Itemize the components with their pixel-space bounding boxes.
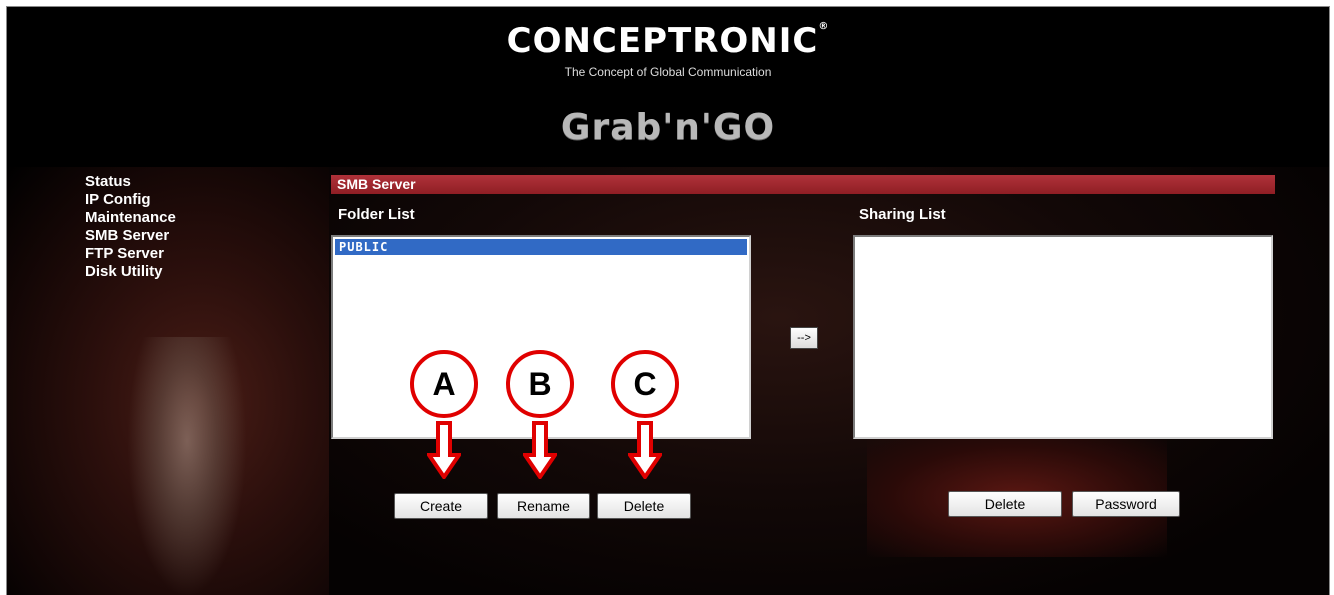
product-logo: Grab'n'GO [560,107,776,148]
nav-item-status[interactable]: Status [85,173,176,191]
section-title-bar: SMB Server [331,175,1275,194]
folder-list-label: Folder List [338,206,415,223]
arrow-down-icon [523,421,557,479]
brand-tagline: The Concept of Global Communication [564,65,772,79]
rename-button[interactable]: Rename [497,493,590,519]
nav-item-maintenance[interactable]: Maintenance [85,209,176,227]
create-button[interactable]: Create [394,493,488,519]
arrow-down-icon [427,421,461,479]
brand-logo: CONCEPTRONIC® [506,21,830,61]
nav-item-ftp-server[interactable]: FTP Server [85,245,176,263]
callout-b: B [506,350,574,418]
background-figure [127,337,247,595]
page-frame: CONCEPTRONIC® The Concept of Global Comm… [6,6,1330,595]
password-button[interactable]: Password [1072,491,1180,517]
sharing-list[interactable] [853,235,1273,439]
arrow-down-icon [628,421,662,479]
add-to-sharing-button[interactable]: --> [790,327,818,349]
sharing-list-label: Sharing List [859,206,946,223]
callout-a: A [410,350,478,418]
folder-delete-button[interactable]: Delete [597,493,691,519]
sharing-delete-button[interactable]: Delete [948,491,1062,517]
folder-list-item[interactable]: PUBLIC [335,239,747,255]
nav-item-ip-config[interactable]: IP Config [85,191,176,209]
nav-item-smb-server[interactable]: SMB Server [85,227,176,245]
callout-c: C [611,350,679,418]
nav-item-disk-utility[interactable]: Disk Utility [85,263,176,281]
sidebar-nav: Status IP Config Maintenance SMB Server … [85,173,176,281]
